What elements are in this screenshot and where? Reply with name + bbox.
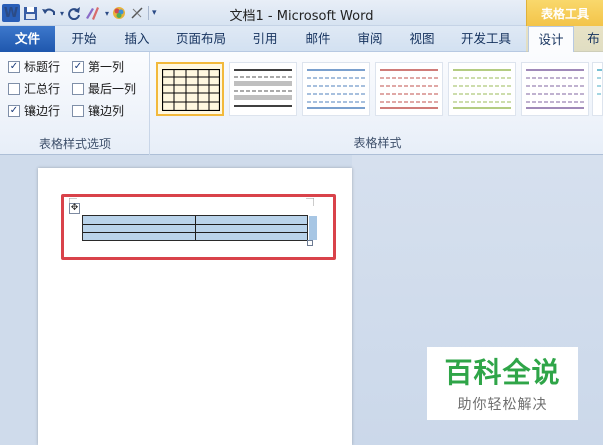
watermark-subtitle: 助你轻松解决 — [457, 397, 548, 413]
window-title: 文档1 - Microsoft Word — [229, 9, 374, 24]
table-style-light-shading[interactable] — [229, 62, 297, 116]
checkbox-unchecked-icon[interactable] — [72, 82, 84, 95]
ribbon-tabs: 文件 开始 插入 页面布局 引用 邮件 审阅 视图 开发工具 设计 布 — [0, 26, 603, 53]
option-label: 镶边行 — [24, 104, 61, 118]
option-first-column[interactable]: ✓ 第一列 — [72, 58, 124, 75]
option-banded-rows[interactable]: ✓ 镶边行 — [8, 102, 60, 119]
option-header-row[interactable]: ✓ 标题行 — [8, 58, 60, 75]
table-style-options-group: ✓ 标题行 ✓ 第一列 汇总行 最后一列 ✓ 镶边行 镶边列 表格样式选项 — [0, 52, 150, 155]
tab-layout[interactable]: 布 — [584, 26, 603, 52]
tab-design[interactable]: 设计 — [528, 26, 574, 53]
option-total-row[interactable]: 汇总行 — [8, 80, 60, 97]
tab-home[interactable]: 开始 — [63, 26, 105, 52]
tab-page-layout[interactable]: 页面布局 — [170, 26, 232, 52]
table-styles-gallery — [152, 56, 603, 134]
tab-insert[interactable]: 插入 — [116, 26, 158, 52]
table-style-purple[interactable] — [521, 62, 589, 116]
table-style-green[interactable] — [448, 62, 516, 116]
checkbox-unchecked-icon[interactable] — [8, 82, 20, 95]
tab-review[interactable]: 审阅 — [350, 26, 390, 52]
table-style-blue[interactable] — [302, 62, 370, 116]
tab-developer[interactable]: 开发工具 — [453, 26, 519, 52]
ribbon: ✓ 标题行 ✓ 第一列 汇总行 最后一列 ✓ 镶边行 镶边列 表格样式选项 表格… — [0, 52, 603, 155]
option-label: 汇总行 — [24, 82, 61, 96]
option-banded-columns[interactable]: 镶边列 — [72, 102, 124, 119]
option-label: 镶边列 — [88, 104, 125, 118]
option-label: 标题行 — [24, 60, 61, 74]
checkbox-checked-icon[interactable]: ✓ — [8, 60, 20, 73]
table-style-grid[interactable] — [156, 62, 224, 116]
group-label-table-styles: 表格样式 — [353, 136, 402, 150]
group-label-style-options: 表格样式选项 — [38, 137, 111, 151]
table-style-red[interactable] — [375, 62, 443, 116]
checkbox-checked-icon[interactable]: ✓ — [72, 60, 84, 73]
title-bar: W ▾ ▾ ▾ 文档1 - Microsoft Word 表格工具 — [0, 0, 603, 26]
watermark-title: 百科全说 — [444, 356, 561, 389]
option-label: 第一列 — [88, 60, 125, 74]
tab-references[interactable]: 引用 — [245, 26, 285, 52]
tab-file[interactable]: 文件 — [0, 26, 55, 52]
tab-mailings[interactable]: 邮件 — [298, 26, 338, 52]
tab-view[interactable]: 视图 — [402, 26, 442, 52]
option-last-column[interactable]: 最后一列 — [72, 80, 136, 97]
checkbox-unchecked-icon[interactable] — [72, 104, 84, 117]
watermark: 百科全说 助你轻松解决 — [427, 347, 578, 420]
table-style-aqua[interactable] — [592, 62, 603, 116]
checkbox-checked-icon[interactable]: ✓ — [8, 104, 20, 117]
option-label: 最后一列 — [88, 82, 137, 96]
table-tools-context-label: 表格工具 — [526, 0, 603, 26]
highlight-annotation — [61, 194, 336, 260]
